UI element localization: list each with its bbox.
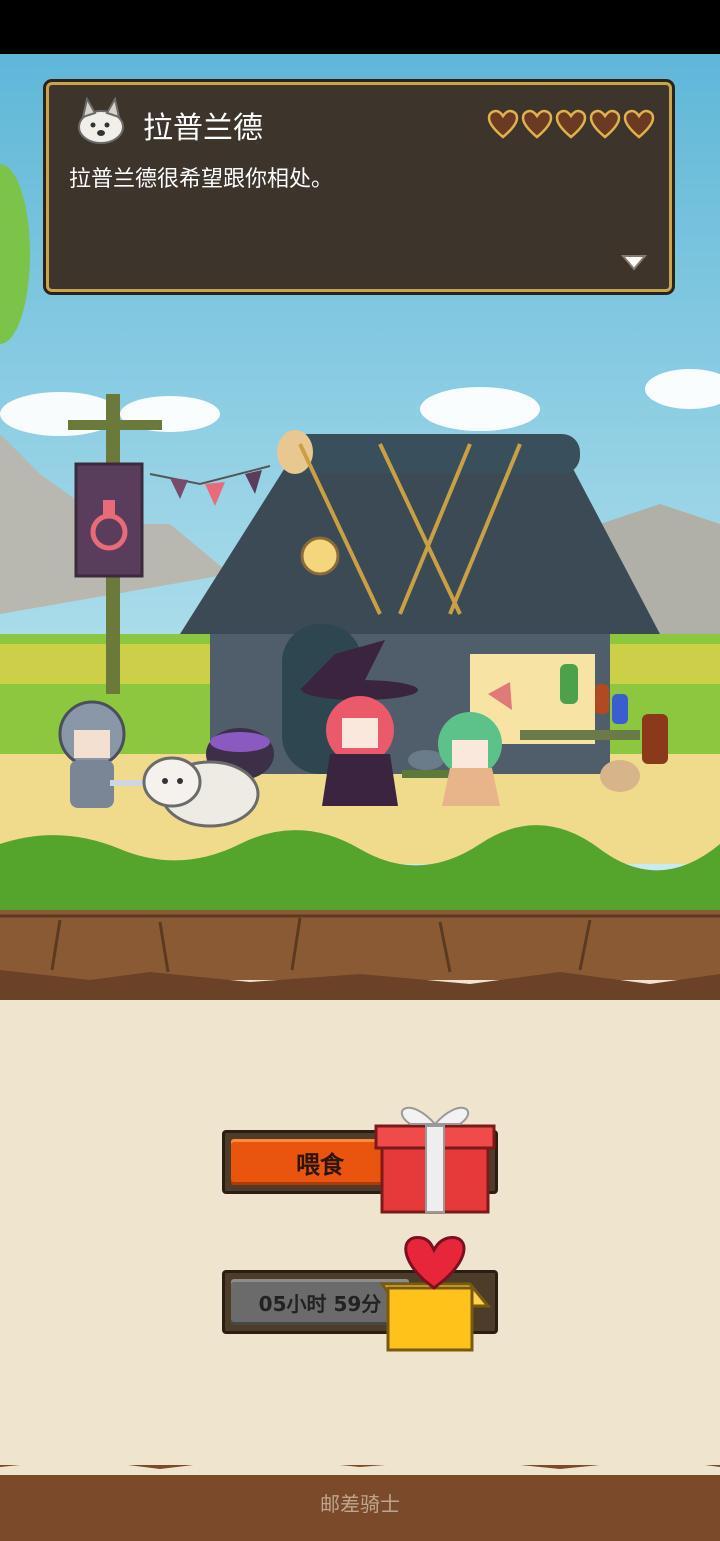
dialog-message: 拉普兰德很希望跟你相处。 <box>69 167 334 192</box>
dialog-box[interactable]: 拉普兰德 拉普兰德很希望跟你相处。 <box>46 82 672 292</box>
footer-label: 邮差骑士 <box>320 1492 400 1516</box>
heart-icon <box>623 109 655 139</box>
sack <box>600 760 640 792</box>
potion-banner-icon <box>74 462 144 578</box>
status-bar <box>0 0 720 54</box>
wolf-portrait-icon <box>78 97 124 144</box>
heart-icon <box>521 109 553 139</box>
down-arrow-icon[interactable] <box>621 253 647 271</box>
heart-icon <box>487 109 519 139</box>
affection-hearts <box>487 109 655 139</box>
heart-icon <box>555 109 587 139</box>
heart-box-icon[interactable] <box>368 1228 500 1360</box>
gift-box-icon[interactable] <box>370 1092 500 1222</box>
speaker-name: 拉普兰德 <box>143 111 263 146</box>
heart-icon <box>589 109 621 139</box>
action-panel <box>0 910 720 1541</box>
cliff-edge <box>0 910 720 1000</box>
